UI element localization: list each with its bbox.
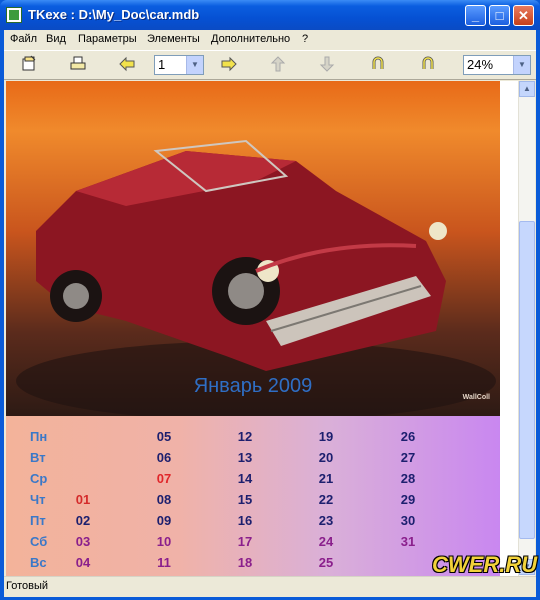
calendar-day-cell: 14	[237, 471, 253, 486]
calendar-day-cell: 19	[318, 429, 334, 444]
down-arrow-icon[interactable]	[316, 55, 338, 75]
calendar-day-cell: 03	[75, 534, 91, 549]
calendar-day-cell: 15	[237, 492, 253, 507]
menu-bar: Файл Вид Параметры Элементы Дополнительн…	[4, 30, 536, 49]
calendar-day-cell: 30	[400, 513, 416, 528]
car-photo: Январь 2009 WallColl	[6, 81, 500, 416]
photo-watermark: WallColl	[462, 394, 490, 401]
calendar-day-cell: 24	[318, 534, 334, 549]
menu-extra[interactable]: Дополнительно	[211, 33, 290, 45]
vertical-scrollbar[interactable]: ▲ ▼	[518, 81, 535, 576]
menu-elements[interactable]: Элементы	[147, 33, 200, 45]
open-icon[interactable]	[18, 55, 40, 75]
rotate-right-icon[interactable]	[417, 55, 439, 75]
app-icon	[6, 7, 22, 23]
chevron-down-icon[interactable]: ▼	[186, 56, 203, 74]
calendar-day-cell: 28	[400, 471, 416, 486]
day-label-tue: Вт	[30, 450, 46, 465]
calendar-day-cell: 23	[318, 513, 334, 528]
calendar-day-cell: 31	[400, 534, 416, 549]
title-bar[interactable]: TKexe : D:\My_Doc\car.mdb _ □ ✕	[0, 0, 540, 30]
calendar-day-cell: 21	[318, 471, 334, 486]
minimize-button[interactable]: _	[465, 5, 486, 26]
calendar-day-cell: 11	[157, 555, 171, 570]
calendar-day-cell: 02	[75, 513, 91, 528]
client-area: Файл Вид Параметры Элементы Дополнительн…	[4, 30, 536, 597]
forward-arrow-icon[interactable]	[218, 55, 240, 75]
scroll-thumb[interactable]	[519, 221, 535, 539]
calendar-grid: Пн Вт Ср Чт Пт Сб Вс 01 02 03 04 05 06 07 08 09 1…	[6, 416, 500, 576]
page-select[interactable]: 1 ▼	[154, 55, 204, 75]
day-label-fri: Пт	[30, 513, 46, 528]
calendar-day-cell: 10	[156, 534, 172, 549]
menu-help[interactable]: ?	[302, 33, 308, 45]
day-label-mon: Пн	[30, 429, 48, 444]
app-window: TKexe : D:\My_Doc\car.mdb _ □ ✕ Файл Вид…	[0, 0, 540, 600]
chevron-down-icon[interactable]: ▼	[513, 56, 530, 74]
page-select-value: 1	[158, 57, 166, 72]
up-arrow-icon[interactable]	[267, 55, 289, 75]
menu-file[interactable]: Файл	[10, 33, 37, 45]
car-illustration	[16, 139, 496, 416]
calendar-day-cell: 16	[237, 513, 253, 528]
calendar-day-cell: 25	[318, 555, 334, 570]
calendar-day-cell: 07	[156, 471, 172, 486]
calendar-day-cell: 17	[237, 534, 253, 549]
back-arrow-icon[interactable]	[116, 55, 138, 75]
calendar-title: Январь 2009	[193, 375, 313, 397]
zoom-value: 24%	[467, 57, 494, 72]
calendar-day-cell: 06	[156, 450, 172, 465]
print-icon[interactable]	[67, 55, 89, 75]
close-button[interactable]: ✕	[513, 5, 534, 26]
calendar-day-cell: 26	[400, 429, 416, 444]
status-bar: Готовый	[4, 576, 536, 597]
status-text: Готовый	[6, 580, 49, 592]
rotate-left-icon[interactable]	[367, 55, 389, 75]
zoom-select[interactable]: 24% ▼	[463, 55, 531, 75]
window-title: TKexe : D:\My_Doc\car.mdb	[28, 7, 200, 22]
calendar-day-cell: 04	[75, 555, 91, 570]
scroll-up-arrow-icon[interactable]: ▲	[519, 81, 535, 97]
calendar-page: Январь 2009 WallColl Пн Вт Ср Чт Пт Сб В…	[6, 81, 500, 576]
calendar-day-cell: 13	[237, 450, 253, 465]
day-label-wed: Ср	[30, 471, 48, 486]
maximize-button[interactable]: □	[489, 5, 510, 26]
calendar-day-cell: 29	[400, 492, 416, 507]
calendar-day-cell: 01	[75, 492, 91, 507]
document-viewport[interactable]: Январь 2009 WallColl Пн Вт Ср Чт Пт Сб В…	[6, 81, 518, 576]
calendar-day-cell: 05	[156, 429, 172, 444]
calendar-day-cell: 18	[237, 555, 253, 570]
menu-settings[interactable]: Параметры	[78, 33, 137, 45]
menu-view[interactable]: Вид	[46, 33, 66, 45]
day-label-sat: Сб	[30, 534, 48, 549]
calendar-day-cell: 12	[237, 429, 253, 444]
site-logo: CWER.RU	[432, 552, 538, 577]
calendar-day-cell: 09	[156, 513, 172, 528]
day-label-sun: Вс	[30, 555, 47, 570]
calendar-day-cell: 08	[156, 492, 172, 507]
toolbar: 1 ▼ 24% ▼	[4, 50, 536, 80]
calendar-day-cell: 20	[318, 450, 334, 465]
day-label-thu: Чт	[30, 492, 46, 507]
calendar-day-cell: 22	[318, 492, 334, 507]
calendar-day-cell: 27	[400, 450, 416, 465]
